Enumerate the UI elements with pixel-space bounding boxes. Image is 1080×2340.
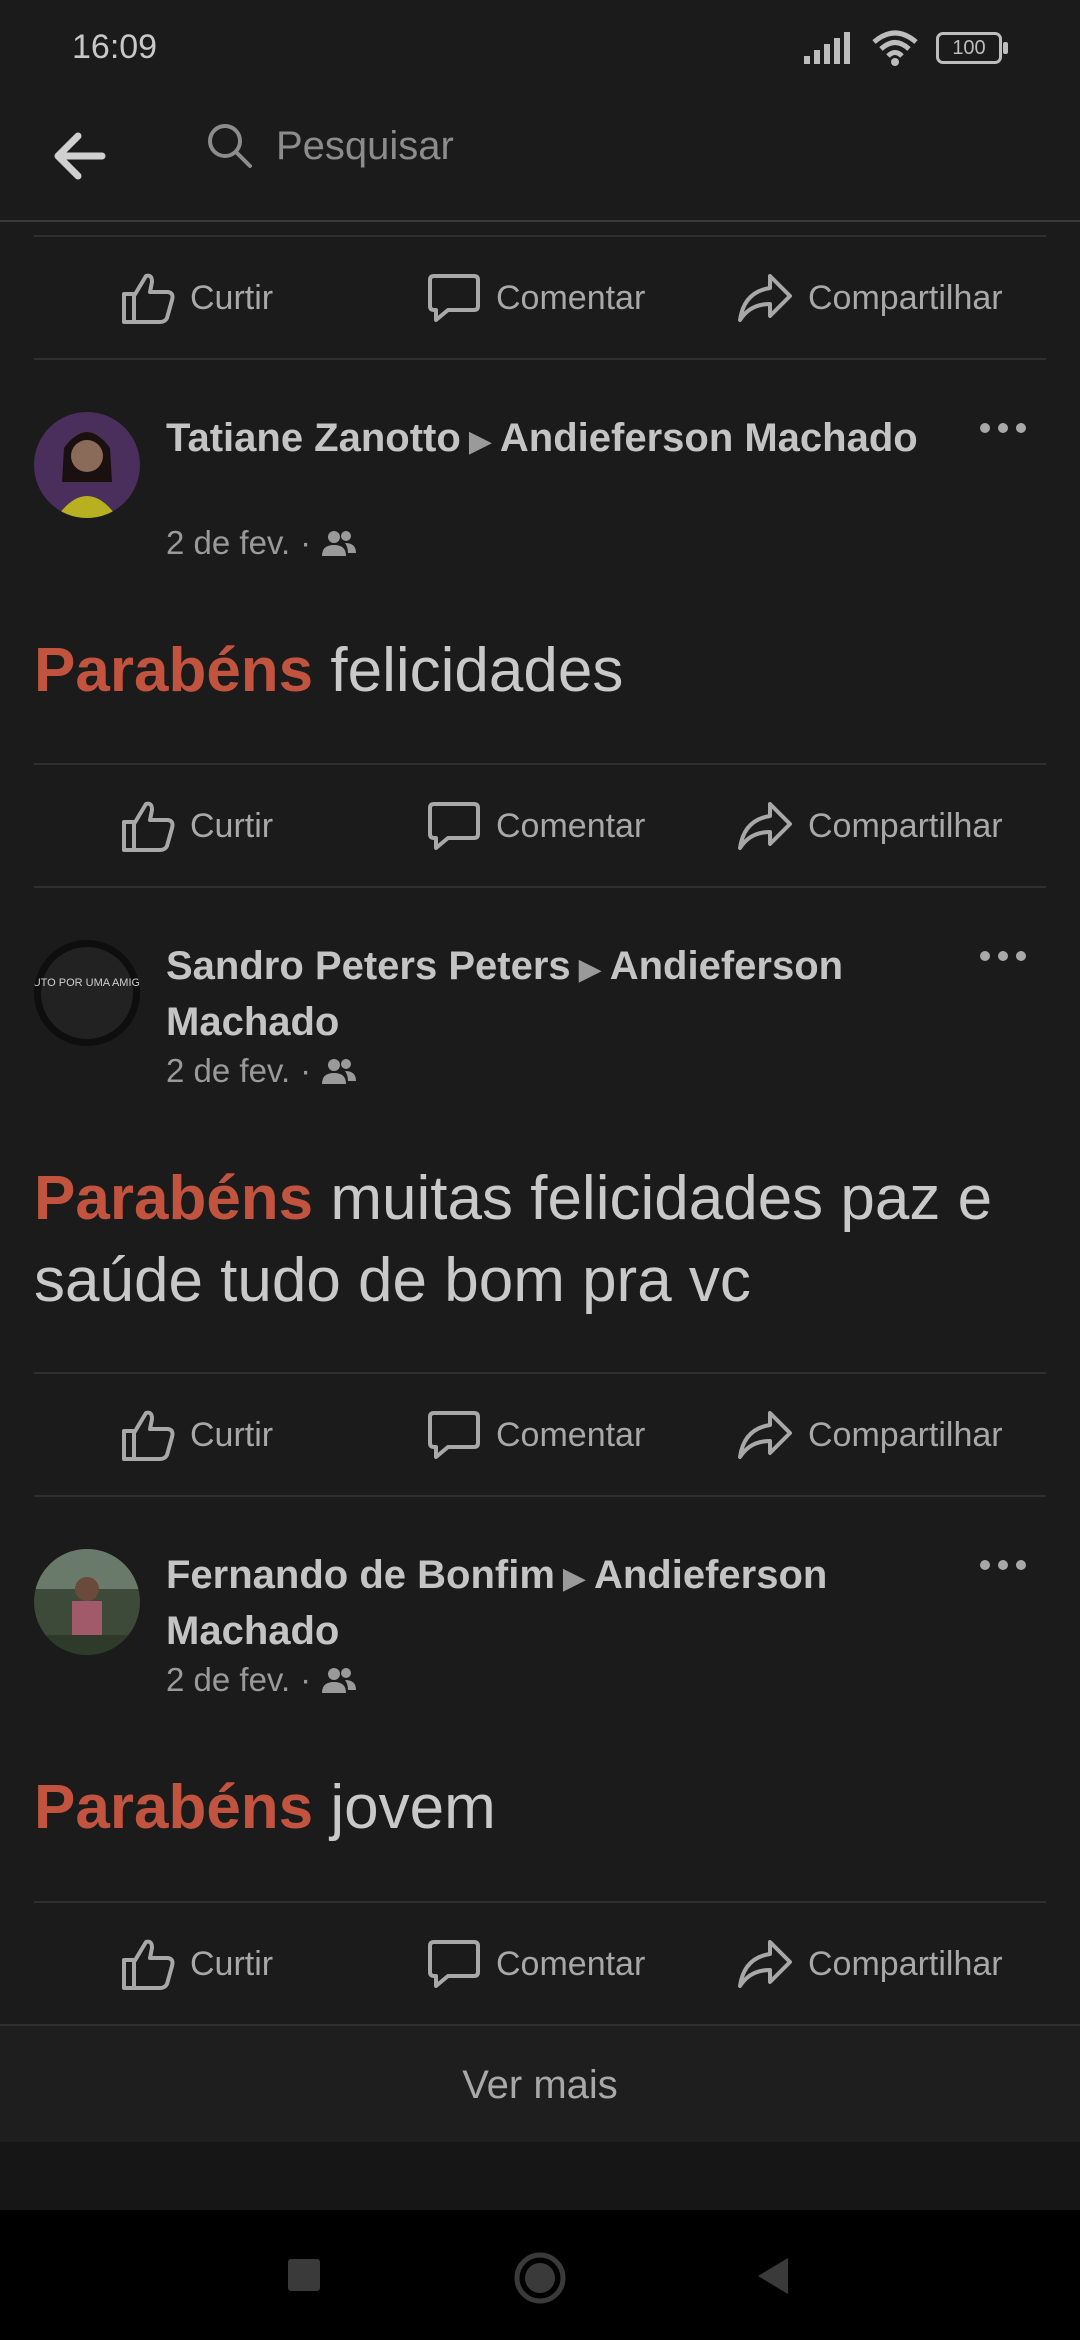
share-icon: [738, 274, 792, 322]
clock: 16:09: [72, 28, 158, 66]
share-icon: [738, 1940, 792, 1988]
comment-icon: [428, 274, 480, 322]
like-label: Curtir: [190, 806, 274, 845]
more-options-icon[interactable]: [978, 946, 1028, 966]
friends-icon: [322, 1668, 357, 1693]
target-name[interactable]: Andieferson Machado: [500, 416, 918, 460]
comment-button[interactable]: Comentar: [426, 1375, 645, 1495]
friends-icon: [322, 1059, 357, 1084]
post-text: Parabéns muitas felicidades paz e saúde …: [34, 1158, 1046, 1322]
post-text: Parabéns felicidades: [34, 630, 1046, 712]
like-icon: [122, 1939, 175, 1990]
post-actions: Curtir Comentar Compartilhar: [0, 1375, 1080, 1495]
like-button[interactable]: Curtir: [120, 1375, 273, 1495]
arrow-icon: ▶: [468, 425, 492, 458]
comment-button[interactable]: Comentar: [426, 766, 645, 886]
post-meta: 2 de fev. ·: [166, 1661, 357, 1699]
more-options-icon[interactable]: [978, 1555, 1028, 1575]
like-icon: [122, 1410, 175, 1461]
post-actions: Curtir Comentar Compartilhar: [0, 766, 1080, 886]
post-actions: Curtir Comentar Compartilhar: [0, 238, 1080, 358]
back-arrow-icon[interactable]: [50, 126, 110, 186]
arrow-icon: ▶: [562, 1562, 586, 1595]
comment-label: Comentar: [496, 278, 646, 317]
comment-icon: [428, 1411, 480, 1459]
like-button[interactable]: Curtir: [120, 1904, 273, 2024]
avatar-caption: LUTO POR UMA AMIGA: [34, 977, 140, 989]
search-icon: [208, 124, 252, 168]
divider: [34, 886, 1046, 888]
post-meta: 2 de fev. ·: [166, 1052, 357, 1090]
share-label: Compartilhar: [808, 806, 1003, 845]
divider: [34, 358, 1046, 360]
recents-icon[interactable]: [286, 2257, 322, 2293]
divider: [34, 1495, 1046, 1497]
comment-label: Comentar: [496, 1944, 646, 1983]
post-date[interactable]: 2 de fev.: [166, 1661, 290, 1699]
status-bar: 16:09 100: [0, 0, 1080, 96]
system-nav-bar: [0, 2210, 1080, 2340]
status-icons: 100: [804, 30, 1008, 66]
back-icon[interactable]: [754, 2256, 790, 2296]
share-label: Compartilhar: [808, 278, 1003, 317]
comment-button[interactable]: Comentar: [426, 238, 645, 358]
comment-icon: [428, 802, 480, 850]
like-icon: [122, 801, 175, 852]
home-icon[interactable]: [513, 2251, 567, 2305]
post-text: Parabéns jovem: [34, 1767, 1046, 1849]
divider: [34, 763, 1046, 765]
comment-label: Comentar: [496, 1415, 646, 1454]
see-more-button[interactable]: Ver mais: [0, 2024, 1080, 2144]
share-label: Compartilhar: [808, 1944, 1003, 1983]
friends-icon: [322, 531, 357, 556]
post-date[interactable]: 2 de fev.: [166, 1052, 290, 1090]
search-header: [0, 96, 1080, 222]
like-label: Curtir: [190, 1415, 274, 1454]
search-input[interactable]: Pesquisar: [276, 124, 454, 169]
share-icon: [738, 802, 792, 850]
avatar[interactable]: [34, 1549, 140, 1655]
post-actions: Curtir Comentar Compartilhar: [0, 1904, 1080, 2024]
like-button[interactable]: Curtir: [120, 238, 273, 358]
highlight-word: Parabéns: [34, 1773, 314, 1842]
author-name[interactable]: Fernando de Bonfim: [166, 1553, 555, 1597]
post-body: felicidades: [313, 636, 624, 705]
like-icon: [122, 273, 175, 324]
share-icon: [738, 1411, 792, 1459]
share-button[interactable]: Compartilhar: [736, 1904, 1003, 2024]
post-meta: 2 de fev. ·: [166, 524, 357, 562]
more-options-icon[interactable]: [978, 418, 1028, 438]
like-label: Curtir: [190, 1944, 274, 1983]
author-name[interactable]: Tatiane Zanotto: [166, 416, 461, 460]
signal-icon: [804, 32, 850, 64]
comment-button[interactable]: Comentar: [426, 1904, 645, 2024]
battery-icon: 100: [936, 32, 1008, 64]
highlight-word: Parabéns: [34, 1164, 314, 1233]
highlight-word: Parabéns: [34, 636, 314, 705]
wifi-icon: [872, 30, 918, 66]
like-button[interactable]: Curtir: [120, 766, 273, 886]
arrow-icon: ▶: [578, 953, 602, 986]
avatar[interactable]: [34, 412, 140, 518]
post-author-line: Sandro Peters Peters ▶ Andieferson Machado: [166, 940, 926, 1049]
like-label: Curtir: [190, 278, 274, 317]
comment-label: Comentar: [496, 806, 646, 845]
section-gap: [0, 2142, 1080, 2210]
divider: [34, 235, 1046, 237]
post-author-line: Tatiane Zanotto ▶ Andieferson Machado: [166, 412, 926, 468]
divider: [34, 1901, 1046, 1903]
avatar[interactable]: LUTO POR UMA AMIGA: [34, 940, 140, 1046]
share-button[interactable]: Compartilhar: [736, 1375, 1003, 1495]
post-date[interactable]: 2 de fev.: [166, 524, 290, 562]
post-author-line: Fernando de Bonfim ▶ Andieferson Machado: [166, 1549, 926, 1658]
divider: [34, 1372, 1046, 1374]
comment-icon: [428, 1940, 480, 1988]
share-button[interactable]: Compartilhar: [736, 766, 1003, 886]
author-name[interactable]: Sandro Peters Peters: [166, 944, 571, 988]
share-button[interactable]: Compartilhar: [736, 238, 1003, 358]
share-label: Compartilhar: [808, 1415, 1003, 1454]
post-body: jovem: [313, 1773, 496, 1842]
